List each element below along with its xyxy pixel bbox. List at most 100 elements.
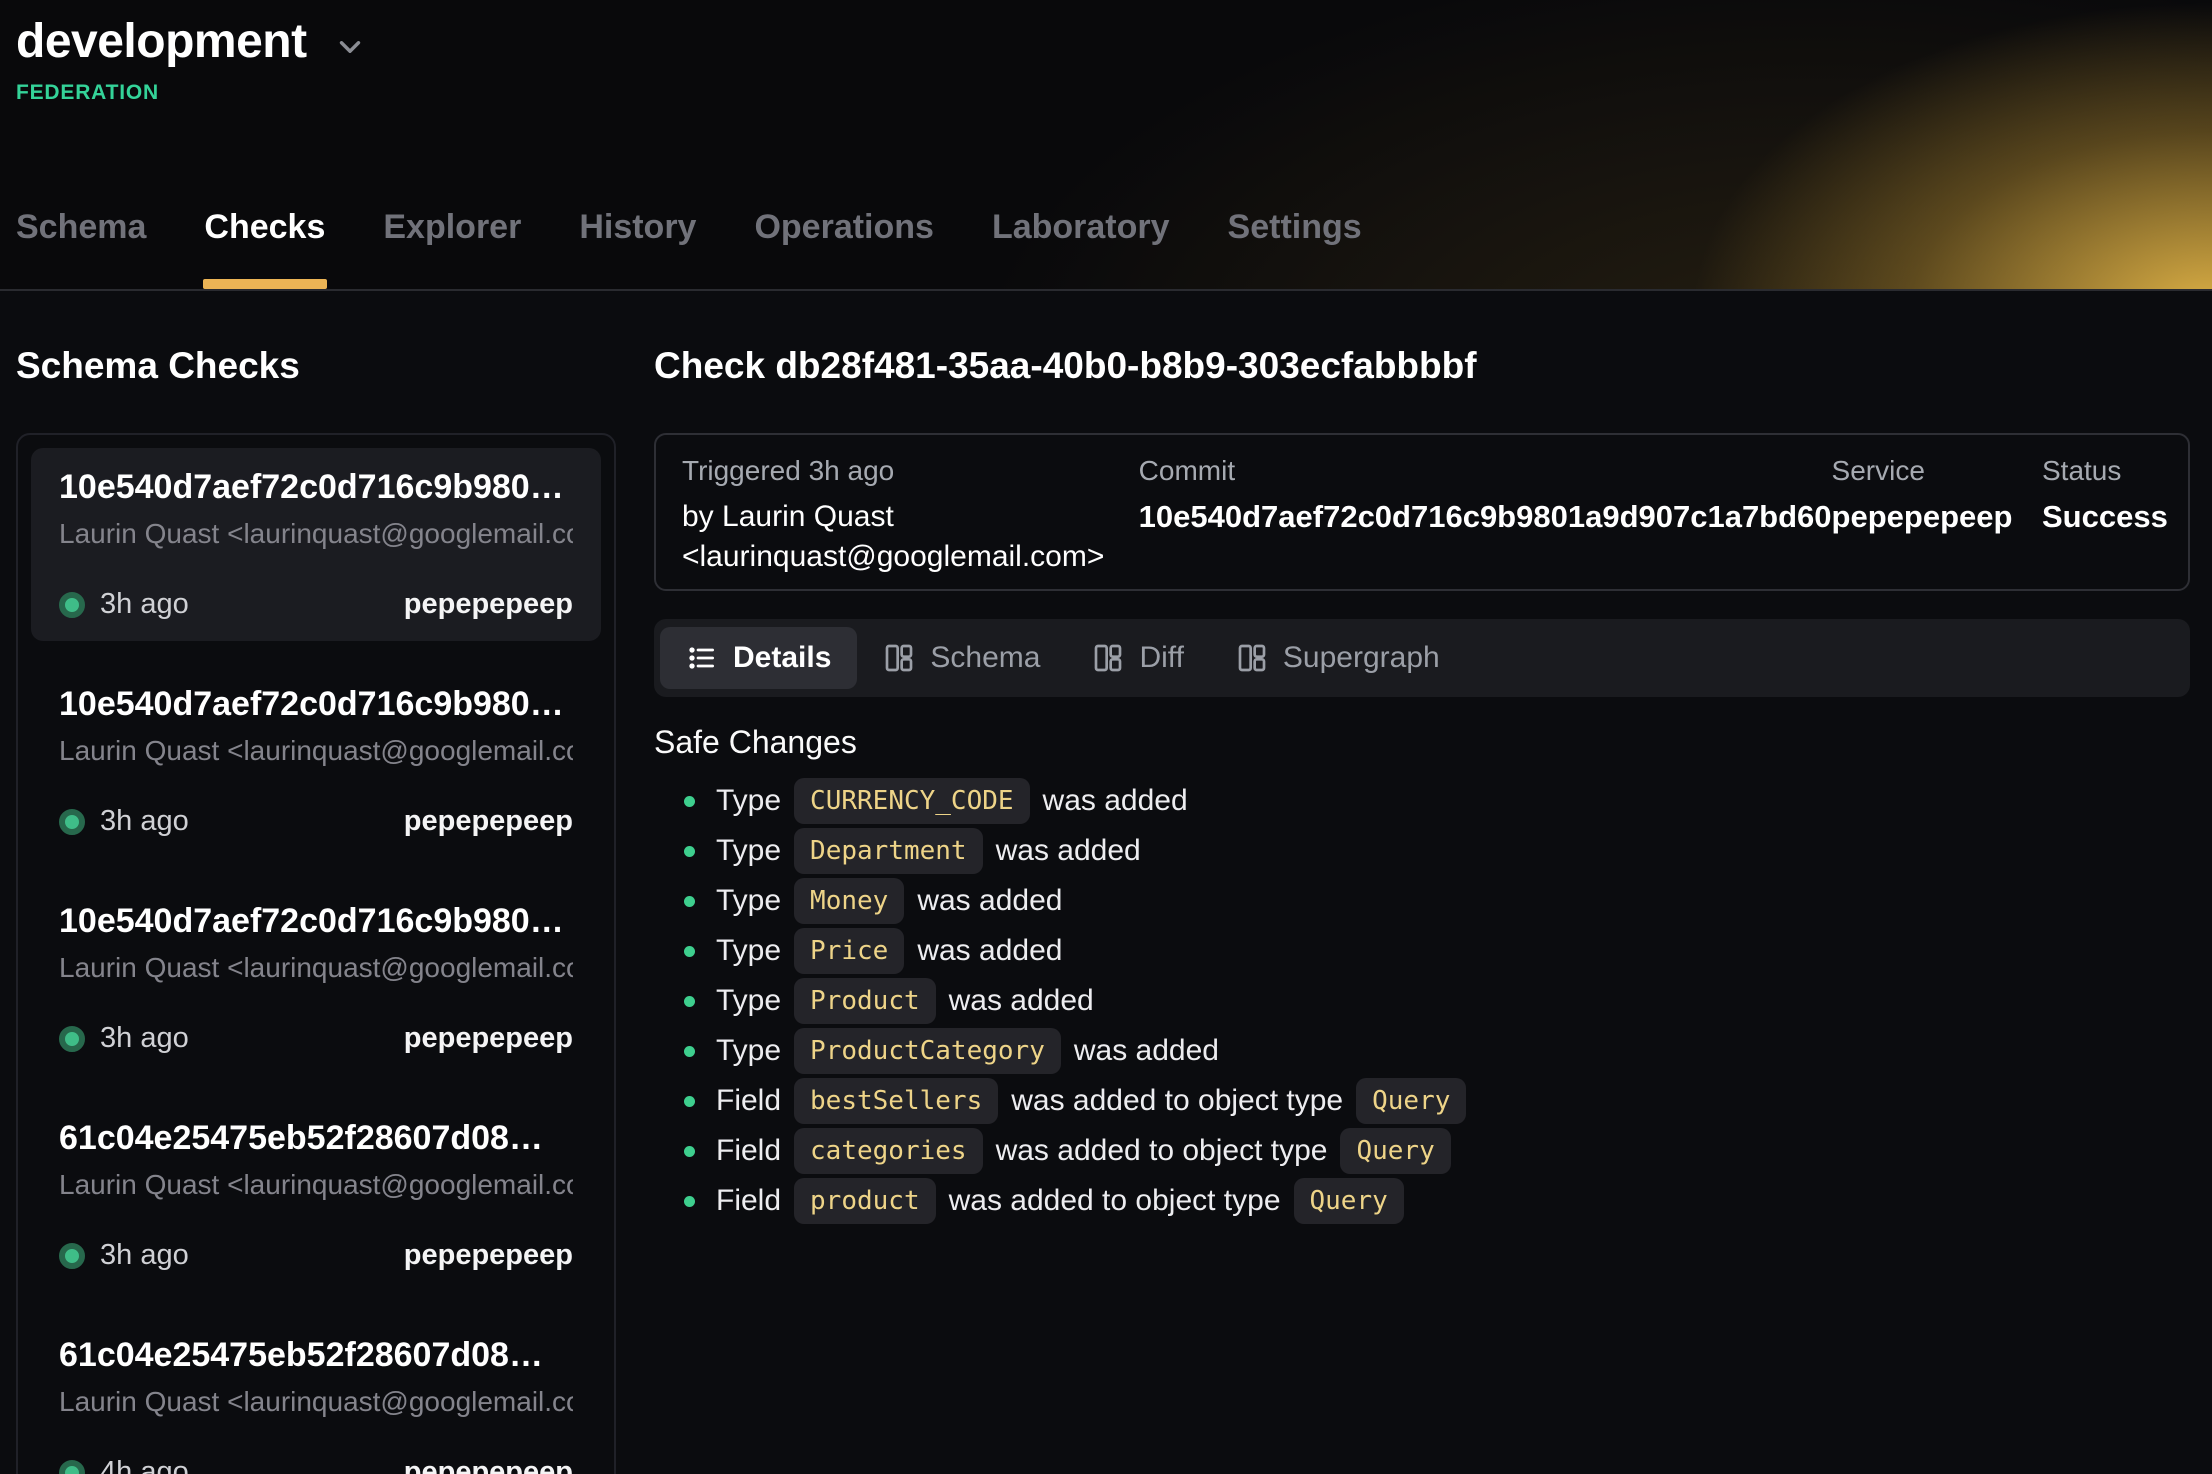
view-tab-schema[interactable]: Schema	[857, 627, 1066, 689]
tab-laboratory[interactable]: Laboratory	[992, 207, 1170, 289]
change-suffix: was added	[1074, 1034, 1219, 1068]
change-prefix: Field	[716, 1084, 781, 1118]
tab-schema[interactable]: Schema	[16, 207, 146, 289]
triggered-label: Triggered 3h ago	[682, 455, 1139, 487]
page-header: development FEDERATION Schema Checks Exp…	[0, 0, 2212, 291]
status-success-dot-icon	[59, 1243, 85, 1269]
project-nav: Schema Checks Explorer History Operation…	[16, 207, 1362, 289]
meta-triggered: Triggered 3h ago by Laurin Quast <laurin…	[682, 455, 1139, 577]
commit-hash: 10e540d7aef72c0d716c9b9801a9d907c1a7bd60	[1139, 497, 1832, 537]
check-author: Laurin Quast <laurinquast@googlemail.co…	[59, 516, 573, 552]
check-service: pepepepeep	[404, 1239, 573, 1272]
change-prefix: Type	[716, 784, 781, 818]
page-body: Schema Checks 10e540d7aef72c0d716c9b980……	[0, 291, 2212, 1472]
view-tab-diff[interactable]: Diff	[1066, 627, 1209, 689]
check-author: Laurin Quast <laurinquast@googlemail.co…	[59, 733, 573, 769]
change-code: Product	[794, 978, 936, 1024]
check-service: pepepepeep	[404, 1456, 573, 1474]
check-commit-title: 10e540d7aef72c0d716c9b980…	[59, 683, 573, 725]
change-prefix: Type	[716, 834, 781, 868]
status-success-dot-icon	[59, 592, 85, 618]
meta-status: Status Success	[2042, 455, 2162, 577]
check-service: pepepepeep	[404, 1022, 573, 1055]
view-tab-label: Details	[733, 641, 831, 675]
safe-changes-list: Type CURRENCY_CODE was added Type Depart…	[654, 777, 2190, 1225]
check-commit-title: 61c04e25475eb52f28607d08…	[59, 1117, 573, 1159]
change-suffix: was added to object type	[1011, 1084, 1343, 1118]
status-success-dot-icon	[59, 809, 85, 835]
change-code: Query	[1340, 1128, 1450, 1174]
check-list-item[interactable]: 61c04e25475eb52f28607d08… Laurin Quast <…	[31, 1316, 601, 1474]
change-row: Type Price was added	[654, 927, 2190, 975]
change-code: product	[794, 1178, 936, 1224]
check-time: 3h ago	[100, 588, 189, 621]
tab-explorer[interactable]: Explorer	[383, 207, 521, 289]
check-view-tabs: Details Schema Diff Supergraph	[654, 619, 2190, 697]
safe-changes-title: Safe Changes	[654, 721, 2190, 763]
change-row: Type CURRENCY_CODE was added	[654, 777, 2190, 825]
change-prefix: Type	[716, 1034, 781, 1068]
status-value: Success	[2042, 497, 2162, 537]
bullet-icon	[684, 796, 695, 807]
change-suffix: was added	[917, 884, 1062, 918]
view-tab-details[interactable]: Details	[660, 627, 857, 689]
change-suffix: was added	[1043, 784, 1188, 818]
check-time: 3h ago	[100, 1239, 189, 1272]
change-prefix: Type	[716, 884, 781, 918]
tab-history[interactable]: History	[579, 207, 696, 289]
columns-icon	[1092, 642, 1124, 674]
change-prefix: Type	[716, 984, 781, 1018]
commit-label: Commit	[1139, 455, 1832, 487]
change-suffix: was added	[996, 834, 1141, 868]
list-icon	[686, 642, 718, 674]
bullet-icon	[684, 1096, 695, 1107]
bullet-icon	[684, 1196, 695, 1207]
change-code: CURRENCY_CODE	[794, 778, 1030, 824]
change-prefix: Type	[716, 934, 781, 968]
change-row: Type Product was added	[654, 977, 2190, 1025]
change-suffix: was added	[917, 934, 1062, 968]
change-code: categories	[794, 1128, 983, 1174]
check-meta-box: Triggered 3h ago by Laurin Quast <laurin…	[654, 433, 2190, 591]
check-list-item[interactable]: 10e540d7aef72c0d716c9b980… Laurin Quast …	[31, 665, 601, 858]
check-author: Laurin Quast <laurinquast@googlemail.co…	[59, 1384, 573, 1420]
change-code: ProductCategory	[794, 1028, 1061, 1074]
view-tab-label: Supergraph	[1283, 641, 1440, 675]
check-detail-title: Check db28f481-35aa-40b0-b8b9-303ecfabbb…	[654, 343, 2190, 389]
change-code: Department	[794, 828, 983, 874]
bullet-icon	[684, 846, 695, 857]
change-code: Price	[794, 928, 904, 974]
meta-commit: Commit 10e540d7aef72c0d716c9b9801a9d907c…	[1139, 455, 1832, 577]
meta-service: Service pepepepeep	[1832, 455, 2042, 577]
check-commit-title: 10e540d7aef72c0d716c9b980…	[59, 900, 573, 942]
check-list-item[interactable]: 10e540d7aef72c0d716c9b980… Laurin Quast …	[31, 448, 601, 641]
change-row: Field bestSellers was added to object ty…	[654, 1077, 2190, 1125]
project-row: development	[0, 0, 2212, 69]
tab-checks[interactable]: Checks	[204, 207, 325, 289]
change-row: Field product was added to object type Q…	[654, 1177, 2190, 1225]
bullet-icon	[684, 946, 695, 957]
check-time: 3h ago	[100, 1022, 189, 1055]
service-label: Service	[1832, 455, 2042, 487]
change-prefix: Field	[716, 1134, 781, 1168]
active-tab-underline	[203, 279, 327, 289]
check-list-item[interactable]: 10e540d7aef72c0d716c9b980… Laurin Quast …	[31, 882, 601, 1075]
change-row: Field categories was added to object typ…	[654, 1127, 2190, 1175]
tab-settings[interactable]: Settings	[1228, 207, 1362, 289]
change-suffix: was added to object type	[996, 1134, 1328, 1168]
tab-checks-label: Checks	[204, 208, 325, 246]
view-tab-supergraph[interactable]: Supergraph	[1210, 627, 1466, 689]
change-row: Type Department was added	[654, 827, 2190, 875]
columns-icon	[1236, 642, 1268, 674]
columns-icon	[883, 642, 915, 674]
check-time: 4h ago	[100, 1456, 189, 1474]
status-success-dot-icon	[59, 1460, 85, 1474]
view-tab-label: Diff	[1139, 641, 1183, 675]
checks-list[interactable]: 10e540d7aef72c0d716c9b980… Laurin Quast …	[16, 433, 616, 1474]
federation-badge: FEDERATION	[16, 81, 2212, 105]
change-code: Query	[1356, 1078, 1466, 1124]
chevron-down-icon[interactable]	[333, 30, 367, 64]
check-list-item[interactable]: 61c04e25475eb52f28607d08… Laurin Quast <…	[31, 1099, 601, 1292]
tab-operations[interactable]: Operations	[754, 207, 933, 289]
change-code: Query	[1294, 1178, 1404, 1224]
